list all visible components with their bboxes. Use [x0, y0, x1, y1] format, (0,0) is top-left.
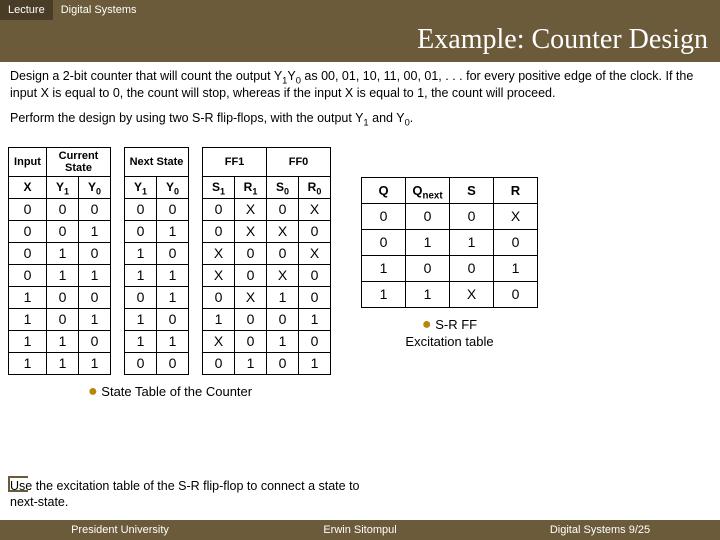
state-table-group-header: Input Current State Next State FF1 FF0: [9, 147, 331, 176]
tables-container: Input Current State Next State FF1 FF0 X…: [0, 147, 720, 401]
excitation-table-block: Q Qnext S R 000X0110100111X0 ● S-R FF Ex…: [361, 177, 538, 349]
excitation-caption: ● S-R FF Excitation table: [361, 316, 538, 349]
state-table-caption: ● State Table of the Counter: [88, 383, 331, 401]
table-row: 100010X10: [9, 286, 331, 308]
excitation-table: Q Qnext S R 000X0110100111X0: [361, 177, 538, 308]
header-bar: Lecture Digital Systems: [0, 0, 720, 20]
table-row: 000X: [362, 203, 538, 229]
table-row: 111000101: [9, 352, 331, 374]
table-row: 11X0: [362, 281, 538, 307]
footer-author: Erwin Sitompul: [240, 524, 480, 536]
table-row: 01111X0X0: [9, 264, 331, 286]
footer-page: Digital Systems 9/25: [480, 524, 720, 536]
table-row: 101101001: [9, 308, 331, 330]
table-row: 1001: [362, 255, 538, 281]
table-row: 0110: [362, 229, 538, 255]
state-table: Input Current State Next State FF1 FF0 X…: [8, 147, 331, 375]
use-excitation-note: Use the excitation table of the S-R flip…: [10, 478, 390, 511]
table-row: 11011X010: [9, 330, 331, 352]
design-instruction: Perform the design by using two S-R flip…: [10, 110, 710, 127]
footer-university: President University: [0, 524, 240, 536]
table-row: 000000X0X: [9, 198, 331, 220]
table-row: 01010X00X: [9, 242, 331, 264]
header-lecture: Lecture: [0, 0, 53, 20]
footer: President University Erwin Sitompul Digi…: [0, 520, 720, 540]
slide-title: Example: Counter Design: [0, 20, 720, 62]
header-course: Digital Systems: [53, 2, 145, 18]
excite-header: Q Qnext S R: [362, 177, 538, 203]
problem-statement: Design a 2-bit counter that will count t…: [10, 68, 710, 102]
state-table-sub-header: X Y1 Y0 Y1 Y0 S1 R1 S0 R0: [9, 176, 331, 198]
content-area: Design a 2-bit counter that will count t…: [0, 62, 720, 141]
table-row: 001010XX0: [9, 220, 331, 242]
state-table-block: Input Current State Next State FF1 FF0 X…: [8, 147, 331, 401]
